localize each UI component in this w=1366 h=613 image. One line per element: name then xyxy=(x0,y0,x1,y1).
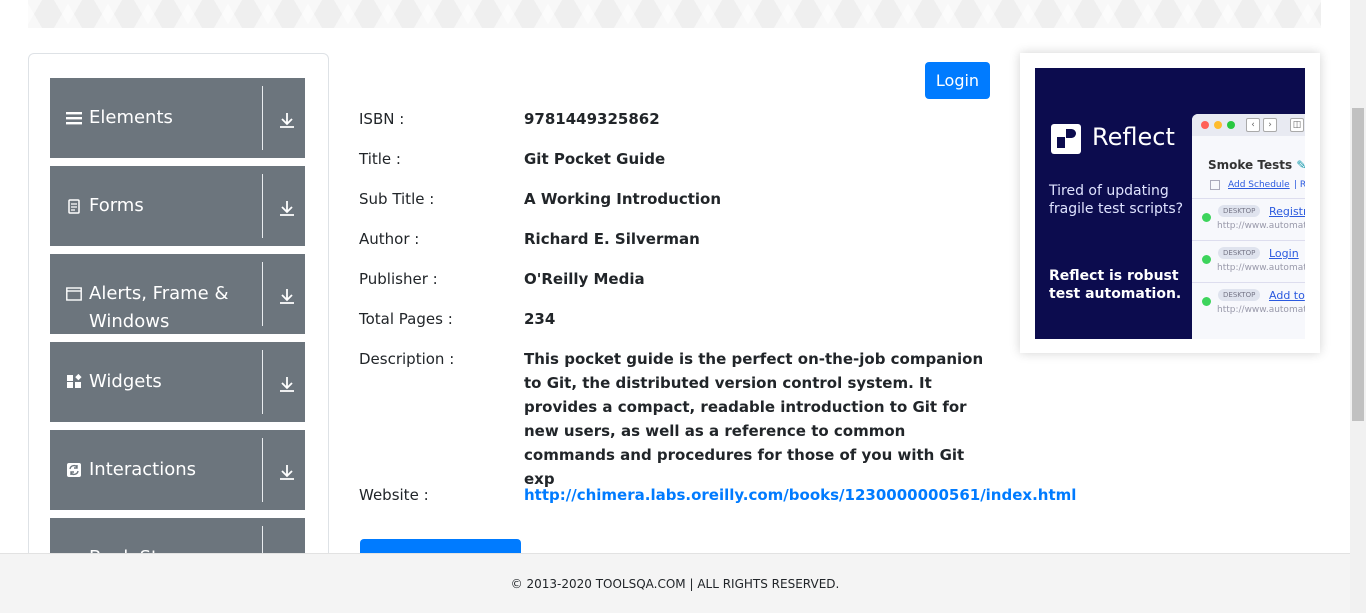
publisher-value: O'Reilly Media xyxy=(524,270,645,288)
group-divider xyxy=(262,438,263,502)
description-value: This pocket guide is the perfect on-the-… xyxy=(524,350,984,488)
isbn-label: ISBN : xyxy=(359,110,405,128)
test-row: DESKTOP Add to http://www.automat xyxy=(1192,282,1305,324)
group-divider xyxy=(262,174,263,238)
platform-badge: DESKTOP xyxy=(1218,247,1261,259)
sidebar-group-label: Alerts, Frame & Windows xyxy=(89,283,229,332)
download-arrow-icon[interactable] xyxy=(278,375,296,393)
group-divider xyxy=(262,86,263,150)
calendar-icon xyxy=(1210,180,1220,190)
website-label: Website : xyxy=(359,486,429,504)
status-ok-icon xyxy=(1202,255,1211,264)
sidebar-group-forms[interactable]: Forms xyxy=(50,166,305,246)
test-url: http://www.automat xyxy=(1217,263,1305,273)
total-pages-value: 234 xyxy=(524,310,556,328)
title-label: Title : xyxy=(359,150,401,168)
sidebar-group-label: Interactions xyxy=(89,459,197,480)
test-link: Registr xyxy=(1269,205,1305,218)
subtitle-value: A Working Introduction xyxy=(524,190,722,208)
group-divider xyxy=(262,350,263,414)
website-link[interactable]: http://chimera.labs.oreilly.com/books/12… xyxy=(524,486,1076,504)
ad-tagline: Tired of updating fragile test scripts? xyxy=(1049,183,1184,217)
interactions-icon xyxy=(67,463,81,477)
isbn-value: 9781449325862 xyxy=(524,110,660,128)
group-divider xyxy=(262,262,263,326)
test-link: Add to xyxy=(1269,289,1305,302)
download-arrow-icon[interactable] xyxy=(278,199,296,217)
smoke-tests-title: Smoke Tests ✎ xyxy=(1208,158,1305,172)
status-ok-icon xyxy=(1202,297,1211,306)
left-sidebar: Elements Forms Alerts, Frame & Windows W… xyxy=(28,53,329,573)
status-ok-icon xyxy=(1202,213,1211,222)
author-label: Author : xyxy=(359,230,420,248)
reflect-logo-icon xyxy=(1051,124,1081,154)
pencil-icon: ✎ xyxy=(1296,158,1305,172)
test-url: http://www.automat xyxy=(1217,221,1305,231)
description-label: Description : xyxy=(359,350,455,368)
top-banner xyxy=(28,0,1321,28)
subtitle-label: Sub Title : xyxy=(359,190,435,208)
sidebar-group-label: Forms xyxy=(89,195,144,216)
test-row: DESKTOP Login http://www.automat xyxy=(1192,240,1305,282)
sidebar-group-label: Elements xyxy=(89,107,173,128)
sidebar-group-interactions[interactable]: Interactions xyxy=(50,430,305,510)
minimize-dot-icon xyxy=(1214,121,1222,129)
footer: © 2013-2020 TOOLSQA.COM | ALL RIGHTS RES… xyxy=(0,553,1366,613)
window-titlebar: ‹ › ◫ xyxy=(1192,114,1305,136)
scrollbar-thumb[interactable] xyxy=(1352,108,1364,421)
test-link: Login xyxy=(1269,247,1299,260)
website-value: http://chimera.labs.oreilly.com/books/12… xyxy=(524,486,1076,504)
login-button[interactable]: Login xyxy=(925,62,990,99)
hamburger-icon xyxy=(66,112,82,125)
close-dot-icon xyxy=(1201,121,1209,129)
sidebar-group-alerts[interactable]: Alerts, Frame & Windows xyxy=(50,254,305,334)
ad-banner[interactable]: Reflect Tired of updating fragile test s… xyxy=(1035,68,1305,339)
window-icon xyxy=(66,287,82,301)
sidebar-toggle-icon: ◫ xyxy=(1290,118,1304,132)
forward-arrow-icon: › xyxy=(1263,118,1277,132)
title-value: Git Pocket Guide xyxy=(524,150,666,168)
download-arrow-icon[interactable] xyxy=(278,111,296,129)
add-schedule-link: Add Schedule xyxy=(1228,180,1290,190)
ad-tagline-2: Reflect is robust test automation. xyxy=(1049,268,1182,302)
sidebar-group-widgets[interactable]: Widgets xyxy=(50,342,305,422)
back-arrow-icon: ‹ xyxy=(1246,118,1260,132)
platform-badge: DESKTOP xyxy=(1218,205,1261,217)
total-pages-label: Total Pages : xyxy=(359,310,453,328)
download-arrow-icon[interactable] xyxy=(278,463,296,481)
download-arrow-icon[interactable] xyxy=(278,287,296,305)
document-icon xyxy=(68,199,80,214)
widgets-icon xyxy=(67,374,82,388)
platform-badge: DESKTOP xyxy=(1218,289,1261,301)
ad-brand: Reflect xyxy=(1092,123,1175,151)
ad-card[interactable]: Reflect Tired of updating fragile test s… xyxy=(1020,53,1320,353)
test-row: DESKTOP Registr http://www.automat xyxy=(1192,198,1305,240)
footer-copyright: © 2013-2020 TOOLSQA.COM | ALL RIGHTS RES… xyxy=(510,577,840,591)
author-value: Richard E. Silverman xyxy=(524,230,700,248)
sidebar-group-label: Widgets xyxy=(89,371,162,392)
run-link: | Ru xyxy=(1294,180,1305,190)
ad-app-window: ‹ › ◫ Smoke Tests ✎ Add Schedule | Ru DE… xyxy=(1192,114,1305,339)
publisher-label: Publisher : xyxy=(359,270,438,288)
test-url: http://www.automat xyxy=(1217,305,1305,315)
maximize-dot-icon xyxy=(1227,121,1235,129)
sidebar-group-elements[interactable]: Elements xyxy=(50,78,305,158)
